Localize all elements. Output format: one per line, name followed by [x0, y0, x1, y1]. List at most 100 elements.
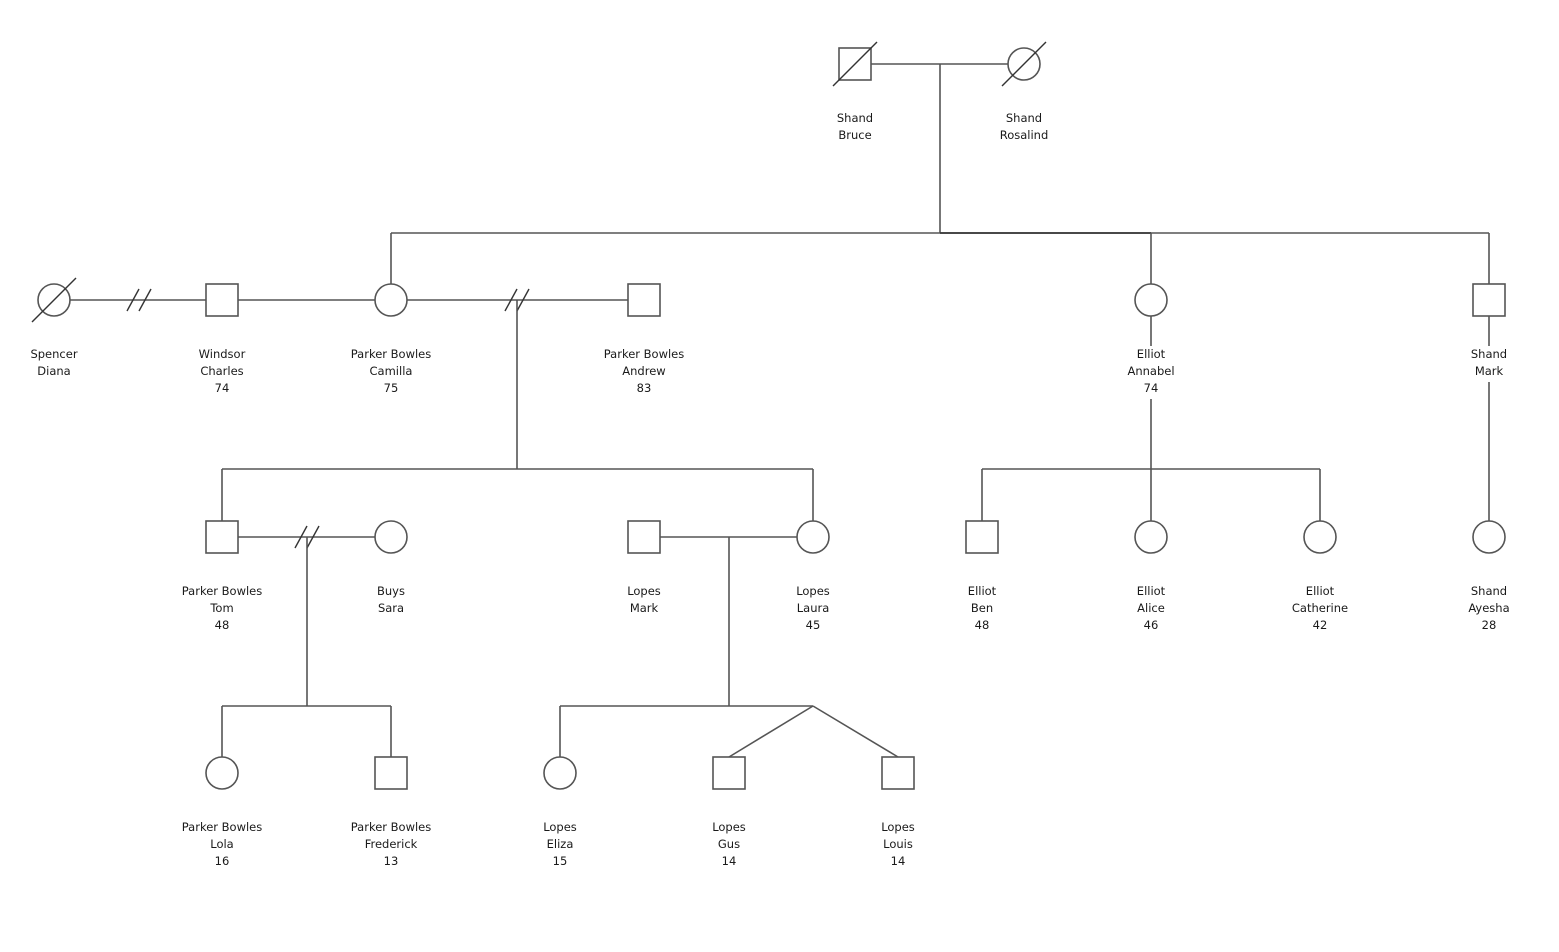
female-circle-icon	[1303, 520, 1337, 554]
person-gus	[712, 756, 746, 790]
person-age-label: 75	[384, 381, 399, 395]
person-age-label: 14	[891, 854, 906, 868]
person-given-label: Rosalind	[1000, 128, 1049, 142]
person-andrew	[627, 283, 661, 317]
person-given-label: Ayesha	[1468, 601, 1509, 615]
female-circle-icon	[1134, 520, 1168, 554]
person-age-label: 15	[553, 854, 568, 868]
male-square-icon	[881, 756, 915, 790]
female-circle-icon	[205, 756, 239, 790]
person-age-label: 48	[975, 618, 990, 632]
person-surname-label: Parker Bowles	[182, 820, 263, 834]
person-diana	[31, 277, 77, 323]
person-bruce	[832, 41, 878, 87]
person-surname-label: Shand	[837, 111, 873, 125]
person-alice	[1134, 520, 1168, 554]
person-labels: Shand Bruce Shand Rosalind Spencer Diana Winds…	[10, 110, 1533, 872]
person-given-label: Laura	[797, 601, 830, 615]
person-lola	[205, 756, 239, 790]
person-ben	[965, 520, 999, 554]
male-square-icon	[627, 520, 661, 554]
person-age-label: 83	[637, 381, 652, 395]
person-surname-label: Parker Bowles	[351, 347, 432, 361]
person-surname-label: Lopes	[712, 820, 746, 834]
female-circle-icon	[1134, 283, 1168, 317]
person-age-label: 74	[1144, 381, 1159, 395]
male-square-icon	[1472, 283, 1506, 317]
person-given-label: Charles	[200, 364, 243, 378]
person-given-label: Mark	[630, 601, 659, 615]
female-circle-icon	[543, 756, 577, 790]
female-circle-icon	[1472, 520, 1506, 554]
genogram-canvas: Shand Bruce Shand Rosalind Spencer Diana Winds…	[10, 41, 1533, 872]
person-age-label: 14	[722, 854, 737, 868]
female-circle-icon	[796, 520, 830, 554]
person-given-label: Andrew	[622, 364, 665, 378]
person-surname-label: Lopes	[627, 584, 661, 598]
person-given-label: Alice	[1137, 601, 1165, 615]
person-charles	[205, 283, 239, 317]
person-laura	[796, 520, 830, 554]
person-given-label: Frederick	[365, 837, 418, 851]
person-given-label: Tom	[209, 601, 233, 615]
person-age-label: 42	[1313, 618, 1328, 632]
person-surname-label: Elliot	[1137, 584, 1166, 598]
person-surname-label: Elliot	[1306, 584, 1335, 598]
person-given-label: Louis	[883, 837, 913, 851]
male-square-icon	[374, 756, 408, 790]
person-tom	[205, 520, 239, 554]
person-mark-lopes	[627, 520, 661, 554]
person-surname-label: Elliot	[1137, 347, 1166, 361]
person-surname-label: Windsor	[199, 347, 246, 361]
person-louis	[881, 756, 915, 790]
person-ayesha	[1472, 520, 1506, 554]
person-age-label: 13	[384, 854, 399, 868]
person-given-label: Camilla	[370, 364, 413, 378]
male-square-icon	[627, 283, 661, 317]
person-given-label: Eliza	[547, 837, 574, 851]
person-symbols	[31, 41, 1506, 790]
person-given-label: Sara	[378, 601, 404, 615]
person-eliza	[543, 756, 577, 790]
male-square-icon	[205, 520, 239, 554]
person-age-label: 28	[1482, 618, 1497, 632]
person-rosalind	[1001, 41, 1047, 87]
person-age-label: 46	[1144, 618, 1159, 632]
person-surname-label: Buys	[377, 584, 405, 598]
person-surname-label: Elliot	[968, 584, 997, 598]
person-given-label: Annabel	[1127, 364, 1174, 378]
twin-line-gus	[728, 705, 814, 758]
person-given-label: Ben	[971, 601, 993, 615]
person-surname-label: Lopes	[543, 820, 577, 834]
connector-lines	[70, 63, 1490, 758]
male-square-icon	[205, 283, 239, 317]
person-mark-shand	[1472, 283, 1506, 317]
female-circle-icon	[374, 520, 408, 554]
person-surname-label: Shand	[1471, 584, 1507, 598]
person-age-label: 48	[215, 618, 230, 632]
person-surname-label: Shand	[1471, 347, 1507, 361]
person-surname-label: Parker Bowles	[604, 347, 685, 361]
person-catherine	[1303, 520, 1337, 554]
person-frederick	[374, 756, 408, 790]
person-surname-label: Lopes	[796, 584, 830, 598]
person-surname-label: Shand	[1006, 111, 1042, 125]
person-surname-label: Spencer	[30, 347, 77, 361]
person-given-label: Lola	[210, 837, 233, 851]
person-given-label: Mark	[1475, 364, 1504, 378]
person-given-label: Catherine	[1292, 601, 1348, 615]
male-square-icon	[712, 756, 746, 790]
male-square-icon	[965, 520, 999, 554]
person-surname-label: Parker Bowles	[351, 820, 432, 834]
person-surname-label: Parker Bowles	[182, 584, 263, 598]
person-given-label: Bruce	[838, 128, 871, 142]
person-given-label: Gus	[718, 837, 740, 851]
person-sara	[374, 520, 408, 554]
person-age-label: 16	[215, 854, 230, 868]
person-camilla	[374, 283, 408, 317]
person-age-label: 74	[215, 381, 230, 395]
person-surname-label: Lopes	[881, 820, 915, 834]
person-annabel	[1134, 283, 1168, 317]
person-given-label: Diana	[37, 364, 70, 378]
person-age-label: 45	[806, 618, 821, 632]
